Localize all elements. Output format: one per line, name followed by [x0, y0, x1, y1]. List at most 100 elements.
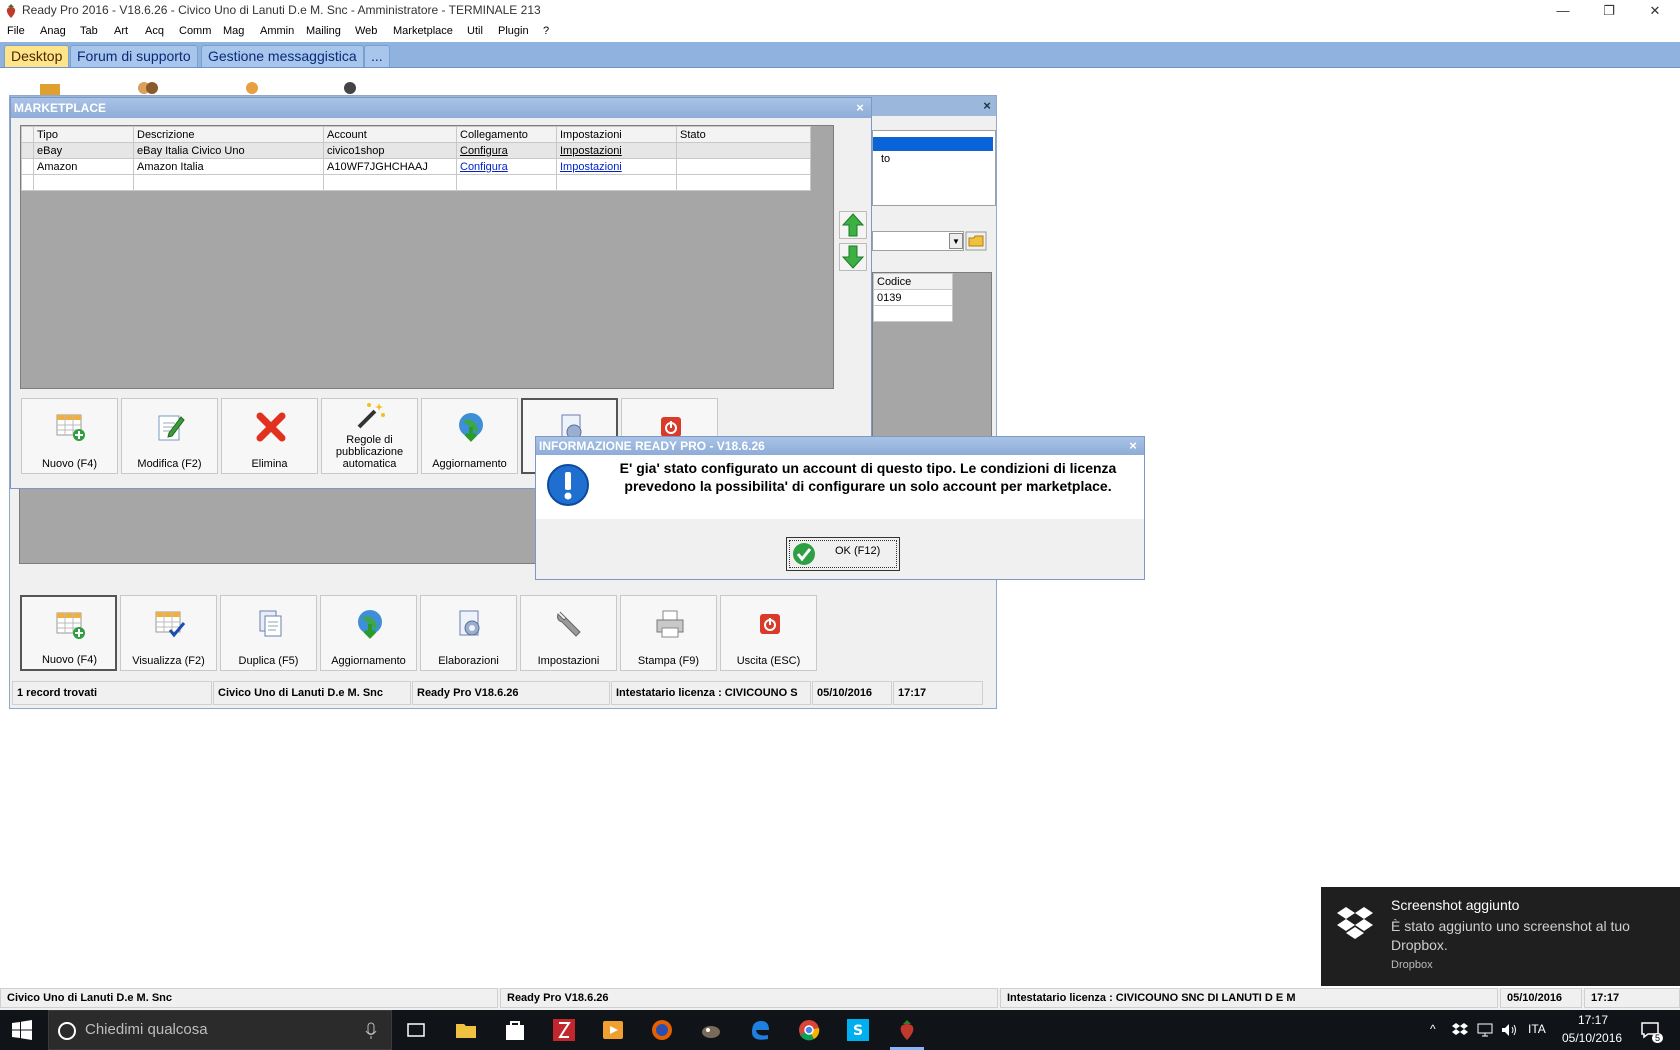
- configura-link[interactable]: Configura: [460, 145, 508, 157]
- edge-icon[interactable]: [748, 1018, 772, 1042]
- column-header-collegamento[interactable]: Collegamento: [456, 126, 557, 143]
- mk-elimina-button[interactable]: Elimina: [221, 398, 318, 474]
- clock-date[interactable]: 05/10/2016: [1562, 1031, 1622, 1045]
- cell-account[interactable]: A10WF7JGHCHAAJ: [323, 158, 457, 175]
- cell-stato[interactable]: [676, 142, 811, 159]
- menu-marketplace[interactable]: Marketplace: [393, 25, 453, 37]
- menu-mag[interactable]: Mag: [223, 25, 244, 37]
- configura-link[interactable]: Configura: [460, 161, 508, 173]
- cell-tipo[interactable]: Amazon: [33, 158, 134, 175]
- menu-web[interactable]: Web: [355, 25, 377, 37]
- table-row[interactable]: Amazon Amazon Italia A10WF7JGHCHAAJ Conf…: [21, 158, 811, 175]
- task-view-icon[interactable]: [404, 1018, 428, 1042]
- network-icon[interactable]: [1476, 1022, 1494, 1038]
- menu-file[interactable]: File: [7, 25, 25, 37]
- move-up-arrow-icon[interactable]: [839, 211, 867, 239]
- windows-start-icon[interactable]: [12, 1020, 32, 1040]
- gimp-icon[interactable]: [699, 1018, 723, 1042]
- menu-acq[interactable]: Acq: [145, 25, 164, 37]
- chevron-down-icon[interactable]: ▼: [949, 233, 963, 249]
- cell-empty[interactable]: [873, 305, 953, 322]
- filezilla-icon[interactable]: [552, 1018, 576, 1042]
- table-row[interactable]: eBay eBay Italia Civico Uno civico1shop …: [21, 142, 811, 159]
- cell-descrizione[interactable]: eBay Italia Civico Uno: [133, 142, 324, 159]
- mk-aggiornamento-button[interactable]: Aggiornamento: [421, 398, 518, 474]
- column-header-tipo[interactable]: Tipo: [33, 126, 134, 143]
- restore-button[interactable]: ❐: [1586, 0, 1632, 22]
- column-header-stato[interactable]: Stato: [676, 126, 811, 143]
- row-indicator[interactable]: [21, 158, 34, 175]
- marketplace-grid[interactable]: Tipo Descrizione Account Collegamento Im…: [20, 125, 834, 389]
- person-icon[interactable]: [338, 80, 362, 96]
- elaborazioni-button[interactable]: Elaborazioni: [420, 595, 517, 671]
- menu-plugin[interactable]: Plugin: [498, 25, 529, 37]
- table-row-empty[interactable]: [21, 174, 811, 191]
- dialog-close-button[interactable]: ×: [1126, 439, 1140, 453]
- ok-button[interactable]: OK (F12): [786, 537, 900, 571]
- minimize-button[interactable]: —: [1540, 0, 1586, 22]
- firefox-icon[interactable]: [650, 1018, 674, 1042]
- close-window-button[interactable]: ✕: [1632, 0, 1678, 22]
- duplica-button[interactable]: Duplica (F5): [220, 595, 317, 671]
- cell-codice[interactable]: 0139: [873, 289, 953, 306]
- column-header-impostazioni[interactable]: Impostazioni: [556, 126, 677, 143]
- dropbox-tray-icon[interactable]: [1452, 1022, 1468, 1038]
- menu-ammin[interactable]: Ammin: [260, 25, 294, 37]
- marketplace-close-button[interactable]: ×: [853, 101, 867, 115]
- button-label: Aggiornamento: [432, 458, 507, 470]
- visualizza-button[interactable]: Visualizza (F2): [120, 595, 217, 671]
- menu-mailing[interactable]: Mailing: [306, 25, 341, 37]
- main-window-close-button[interactable]: ×: [980, 99, 994, 113]
- cell-tipo[interactable]: eBay: [33, 142, 134, 159]
- tab-forum[interactable]: Forum di supporto: [70, 45, 198, 67]
- cell-account[interactable]: civico1shop: [323, 142, 457, 159]
- column-header-codice[interactable]: Codice: [873, 273, 953, 290]
- mk-nuovo-button[interactable]: Nuovo (F4): [21, 398, 118, 474]
- impostazioni-button[interactable]: Impostazioni: [520, 595, 617, 671]
- tab-more[interactable]: ...: [364, 45, 390, 67]
- skype-icon[interactable]: S: [846, 1018, 870, 1042]
- move-down-arrow-icon[interactable]: [839, 243, 867, 271]
- language-indicator[interactable]: ITA: [1528, 1022, 1546, 1036]
- combo-box[interactable]: ▼: [872, 231, 964, 251]
- impostazioni-link[interactable]: Impostazioni: [560, 161, 622, 173]
- list-box[interactable]: to: [872, 130, 996, 206]
- ready-pro-taskbar-icon[interactable]: [895, 1018, 919, 1042]
- menu-tab[interactable]: Tab: [80, 25, 98, 37]
- chrome-icon[interactable]: [797, 1018, 821, 1042]
- menu-anag[interactable]: Anag: [40, 25, 66, 37]
- folder-icon[interactable]: [965, 231, 987, 251]
- file-explorer-icon[interactable]: [454, 1018, 478, 1042]
- aggiornamento-button[interactable]: Aggiornamento: [320, 595, 417, 671]
- desktop-icon[interactable]: [38, 80, 62, 96]
- clock-time[interactable]: 17:17: [1578, 1013, 1608, 1027]
- users-icon[interactable]: [136, 80, 160, 96]
- microphone-icon[interactable]: [365, 1022, 377, 1040]
- mk-modifica-button[interactable]: Modifica (F2): [121, 398, 218, 474]
- menu-art[interactable]: Art: [114, 25, 128, 37]
- nuovo-button[interactable]: Nuovo (F4): [20, 595, 117, 671]
- volume-icon[interactable]: [1500, 1022, 1518, 1038]
- cell-stato[interactable]: [676, 158, 811, 175]
- menu-help[interactable]: ?: [543, 25, 549, 37]
- dropbox-notification[interactable]: Screenshot aggiunto È stato aggiunto uno…: [1321, 887, 1680, 986]
- stampa-button[interactable]: Stampa (F9): [620, 595, 717, 671]
- tray-overflow-icon[interactable]: ^: [1430, 1022, 1436, 1036]
- column-header-account[interactable]: Account: [323, 126, 457, 143]
- cell-descrizione[interactable]: Amazon Italia: [133, 158, 324, 175]
- tab-messaggistica[interactable]: Gestione messaggistica: [201, 45, 364, 67]
- menu-util[interactable]: Util: [467, 25, 483, 37]
- menu-comm[interactable]: Comm: [179, 25, 211, 37]
- worker-icon[interactable]: [238, 80, 262, 96]
- column-header-descrizione[interactable]: Descrizione: [133, 126, 324, 143]
- row-indicator[interactable]: [21, 142, 34, 159]
- tab-desktop[interactable]: Desktop: [4, 45, 70, 67]
- selected-list-item[interactable]: [873, 137, 993, 151]
- uscita-button[interactable]: Uscita (ESC): [720, 595, 817, 671]
- list-item[interactable]: to: [881, 153, 890, 165]
- impostazioni-link[interactable]: Impostazioni: [560, 145, 622, 157]
- store-icon[interactable]: [503, 1018, 527, 1042]
- media-player-icon[interactable]: [601, 1018, 625, 1042]
- mk-regole-button[interactable]: Regole di pubblicazione automatica: [321, 398, 418, 474]
- search-box[interactable]: Chiedimi qualcosa: [48, 1010, 392, 1050]
